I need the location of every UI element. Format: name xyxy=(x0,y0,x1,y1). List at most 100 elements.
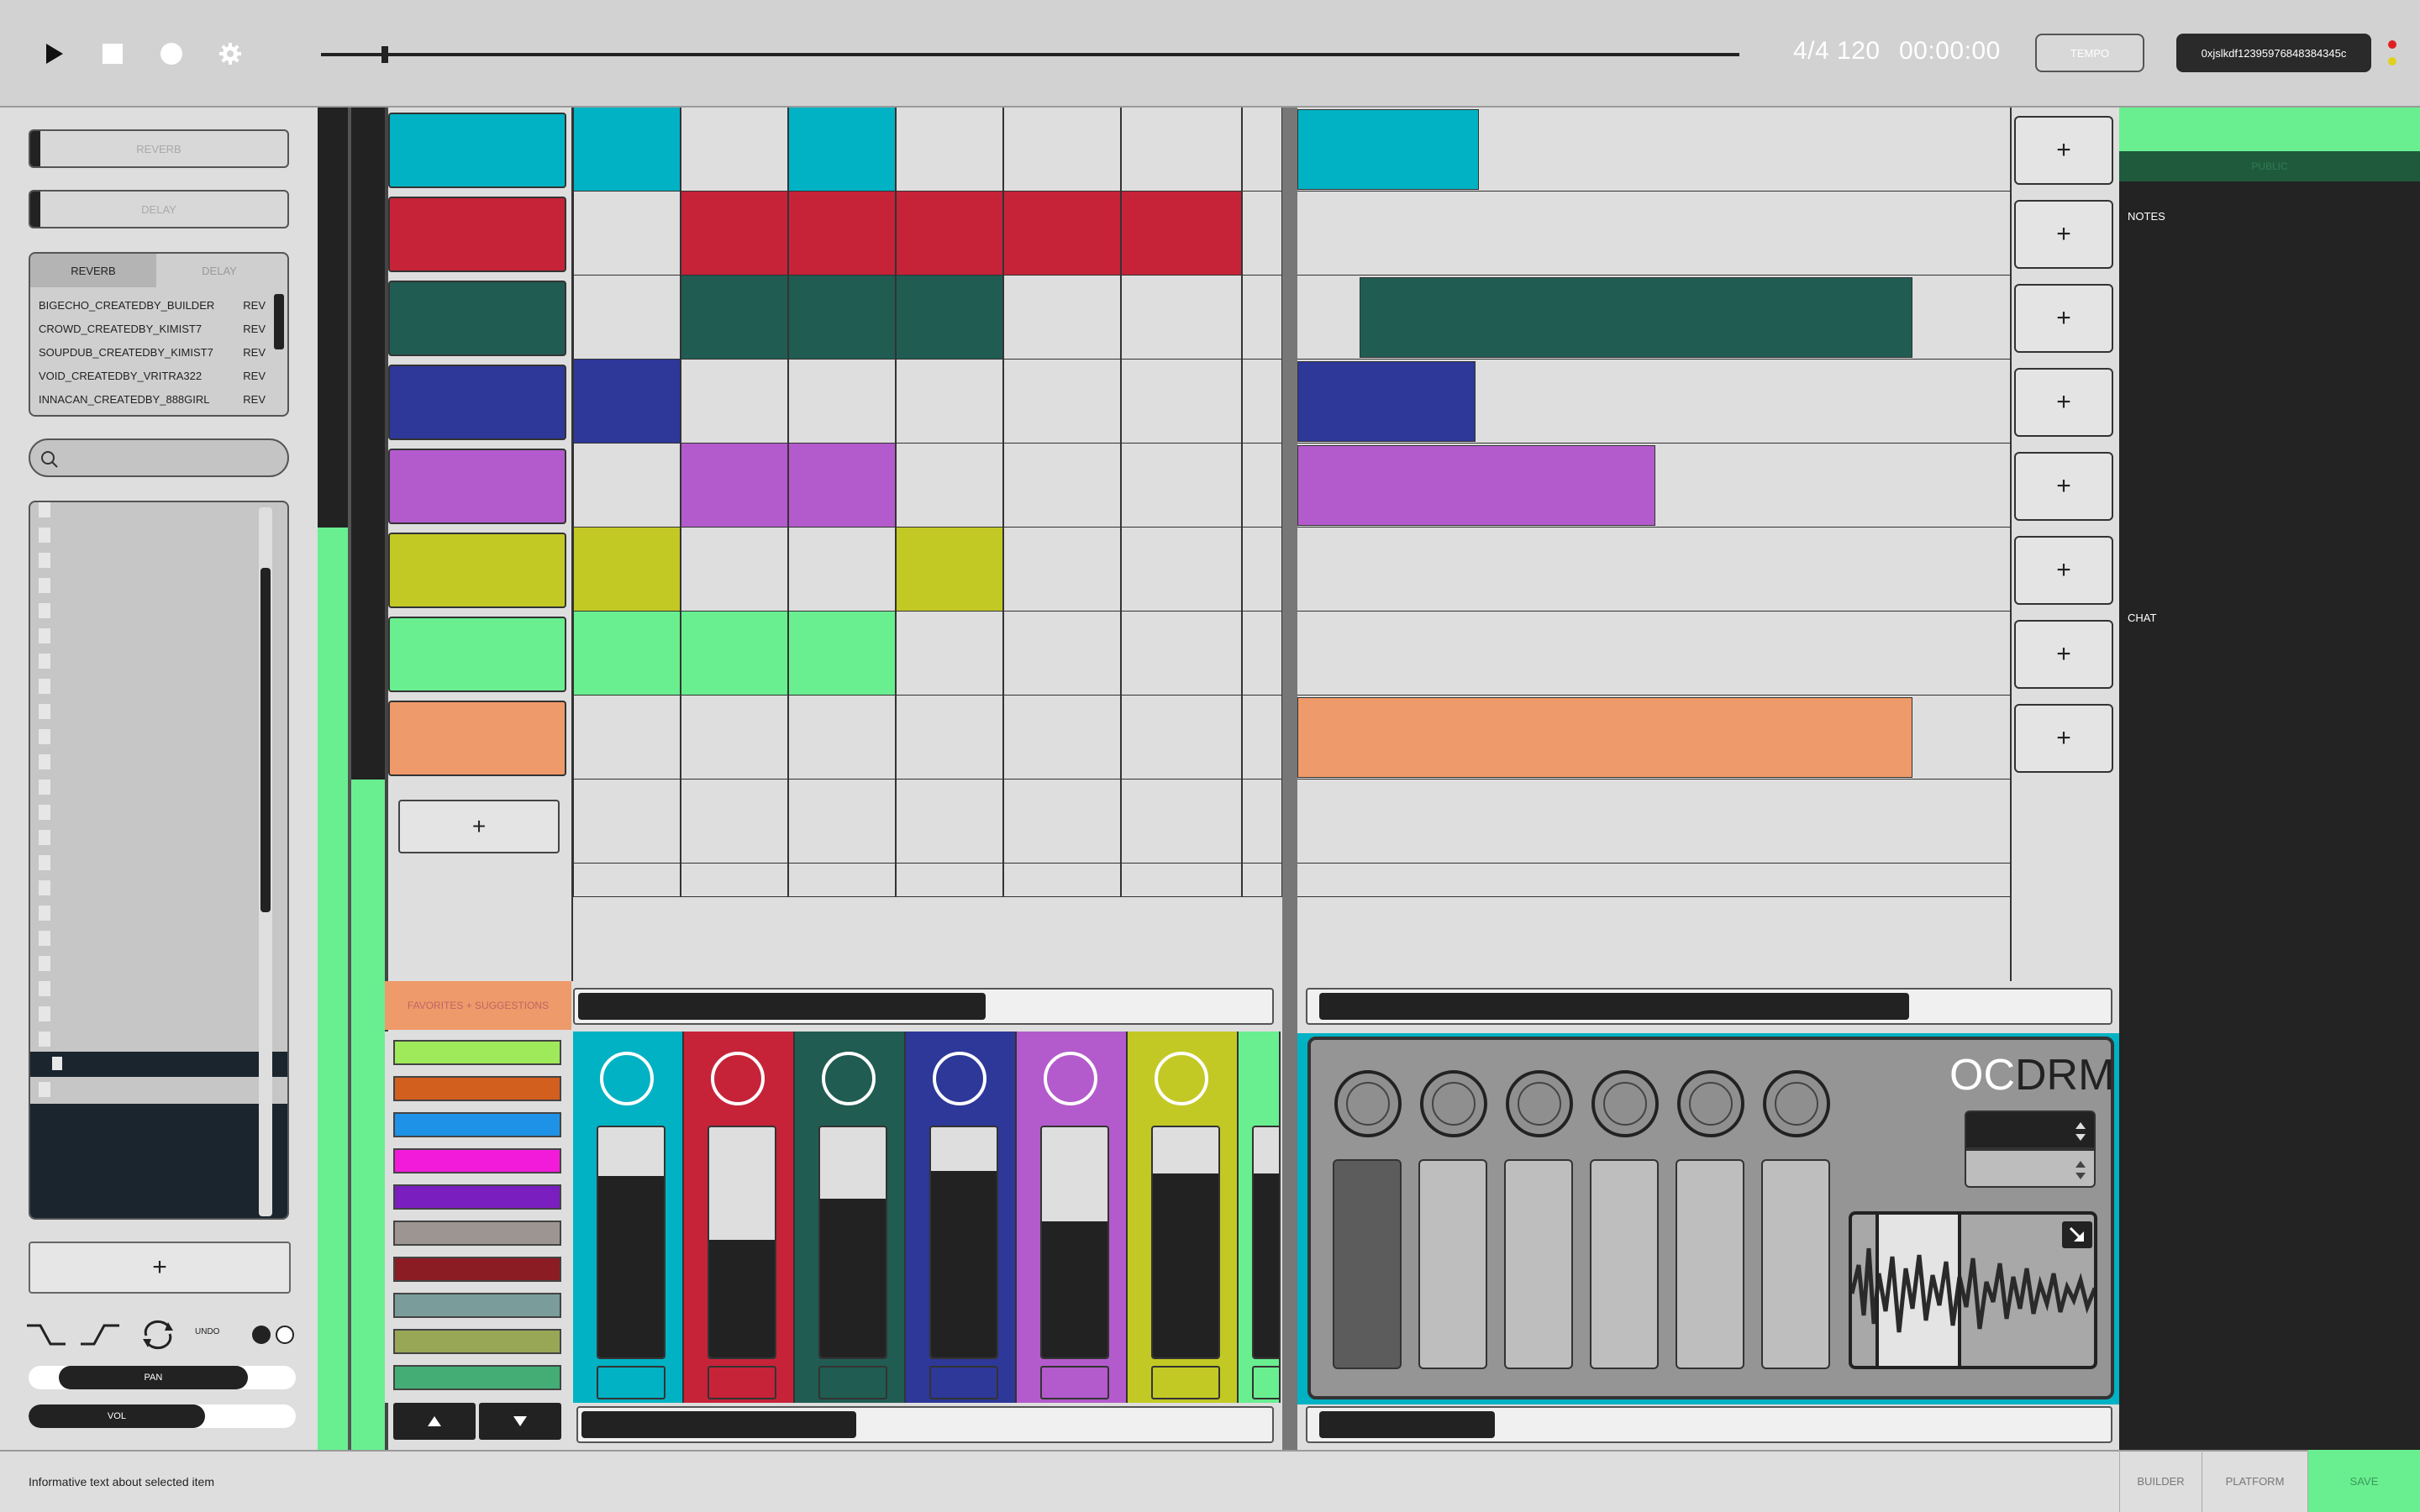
playhead-handle[interactable] xyxy=(381,46,388,63)
pan-knob[interactable] xyxy=(600,1052,654,1105)
fx-slot-delay[interactable]: DELAY xyxy=(29,190,289,228)
clip-slot[interactable] xyxy=(681,360,788,444)
clip-slot[interactable] xyxy=(1242,528,1282,612)
tempo-button[interactable]: TEMPO xyxy=(2035,34,2144,72)
clip-slot[interactable] xyxy=(896,444,1003,528)
list-item[interactable]: CROWD_CREATEDBY_KIMIST7 REV xyxy=(39,318,266,339)
add-scene-button[interactable]: + xyxy=(2014,452,2113,521)
clip-slot[interactable] xyxy=(1003,864,1121,897)
scrollbar-thumb[interactable] xyxy=(1319,1411,1495,1438)
clip-slot[interactable] xyxy=(1242,276,1282,360)
clip-slot[interactable] xyxy=(573,108,681,192)
mute-button[interactable] xyxy=(708,1366,776,1399)
clip-slot[interactable] xyxy=(788,696,896,780)
clip-slot[interactable] xyxy=(896,276,1003,360)
list-item[interactable]: SOUPDUB_CREATEDBY_KIMIST7 REV xyxy=(39,341,266,363)
clip-slot[interactable] xyxy=(1121,780,1242,864)
undo-button[interactable]: UNDO xyxy=(195,1327,219,1336)
clip-slot[interactable] xyxy=(1242,108,1282,192)
clip-slot[interactable] xyxy=(573,528,681,612)
clip-slot[interactable] xyxy=(1003,108,1121,192)
mute-button[interactable] xyxy=(818,1366,887,1399)
clip-slot[interactable] xyxy=(1121,696,1242,780)
add-scene-button[interactable]: + xyxy=(2014,620,2113,689)
clip-slot[interactable] xyxy=(573,444,681,528)
clip-slot[interactable] xyxy=(573,360,681,444)
scrollbar-thumb[interactable] xyxy=(1319,993,1909,1020)
clip-slot[interactable] xyxy=(1003,612,1121,696)
clip-slot[interactable] xyxy=(573,276,681,360)
list-item[interactable]: INNACAN_CREATEDBY_888GIRL REV xyxy=(39,388,266,410)
add-sound-button[interactable]: + xyxy=(29,1242,291,1294)
clip-scrollbar[interactable] xyxy=(573,988,1274,1025)
add-scene-button[interactable]: + xyxy=(2014,284,2113,353)
color-swatch[interactable] xyxy=(393,1329,561,1354)
track-header[interactable] xyxy=(388,281,566,356)
arrangement-clip[interactable] xyxy=(1297,361,1476,442)
mute-button[interactable] xyxy=(1151,1366,1220,1399)
sound-browser-list[interactable] xyxy=(29,501,289,1220)
fade-in-curve-icon[interactable] xyxy=(79,1320,121,1349)
drum-pad[interactable] xyxy=(1590,1159,1659,1369)
add-scene-button[interactable]: + xyxy=(2014,536,2113,605)
instrument-knob[interactable] xyxy=(1677,1070,1744,1137)
clip-slot[interactable] xyxy=(788,444,896,528)
drum-pad[interactable] xyxy=(1761,1159,1830,1369)
clip-slot[interactable] xyxy=(1121,276,1242,360)
clip-slot[interactable] xyxy=(681,108,788,192)
clip-slot[interactable] xyxy=(573,780,681,864)
volume-fader[interactable] xyxy=(597,1126,666,1359)
arrangement-clip[interactable] xyxy=(1297,445,1655,526)
clip-slot[interactable] xyxy=(896,108,1003,192)
clip-slot[interactable] xyxy=(896,528,1003,612)
scrollbar[interactable] xyxy=(274,294,284,349)
color-swatch[interactable] xyxy=(393,1293,561,1318)
add-scene-button[interactable]: + xyxy=(2014,116,2113,185)
volume-fader[interactable] xyxy=(1151,1126,1220,1359)
volume-fader[interactable] xyxy=(929,1126,998,1359)
track-header[interactable] xyxy=(388,701,566,776)
arrange-scrollbar[interactable] xyxy=(1306,988,2112,1025)
clip-slot[interactable] xyxy=(1003,276,1121,360)
tab-reverb[interactable]: REVERB xyxy=(30,254,156,287)
mute-button[interactable] xyxy=(929,1366,998,1399)
move-up-button[interactable] xyxy=(393,1403,476,1440)
clip-slot[interactable] xyxy=(681,192,788,276)
gear-icon[interactable] xyxy=(213,37,247,71)
clip-slot[interactable] xyxy=(1003,360,1121,444)
clip-slot[interactable] xyxy=(1003,696,1121,780)
mute-button[interactable] xyxy=(597,1366,666,1399)
color-swatch[interactable] xyxy=(393,1184,561,1210)
pan-knob[interactable] xyxy=(1155,1052,1208,1105)
track-header[interactable] xyxy=(388,449,566,524)
add-track-button[interactable]: + xyxy=(398,800,560,853)
volume-fader[interactable] xyxy=(818,1126,887,1359)
color-swatch[interactable] xyxy=(393,1112,561,1137)
color-swatch[interactable] xyxy=(393,1221,561,1246)
pan-knob[interactable] xyxy=(711,1052,765,1105)
clip-slot[interactable] xyxy=(1242,360,1282,444)
toggle-dot-empty[interactable] xyxy=(276,1326,294,1344)
tab-builder[interactable]: BUILDER xyxy=(2119,1450,2202,1512)
pan-knob[interactable] xyxy=(822,1052,876,1105)
clip-slot[interactable] xyxy=(1003,780,1121,864)
clip-slot[interactable] xyxy=(1121,528,1242,612)
clip-slot[interactable] xyxy=(1121,192,1242,276)
arrangement-clip[interactable] xyxy=(1297,109,1479,190)
color-swatch[interactable] xyxy=(393,1148,561,1173)
clip-slot[interactable] xyxy=(681,612,788,696)
mixer-scrollbar[interactable] xyxy=(576,1406,1274,1443)
clip-slot[interactable] xyxy=(896,612,1003,696)
clip-slot[interactable] xyxy=(896,192,1003,276)
list-item[interactable]: BIGECHO_CREATEDBY_BUILDER REV xyxy=(39,294,266,316)
search-input[interactable] xyxy=(29,438,289,477)
clip-slot[interactable] xyxy=(896,864,1003,897)
clip-slot[interactable] xyxy=(788,612,896,696)
clip-slot[interactable] xyxy=(681,696,788,780)
drum-pad[interactable] xyxy=(1676,1159,1744,1369)
instrument-knob[interactable] xyxy=(1763,1070,1830,1137)
clip-slot[interactable] xyxy=(788,864,896,897)
move-down-button[interactable] xyxy=(479,1403,561,1440)
track-header[interactable] xyxy=(388,617,566,692)
clip-slot[interactable] xyxy=(573,612,681,696)
